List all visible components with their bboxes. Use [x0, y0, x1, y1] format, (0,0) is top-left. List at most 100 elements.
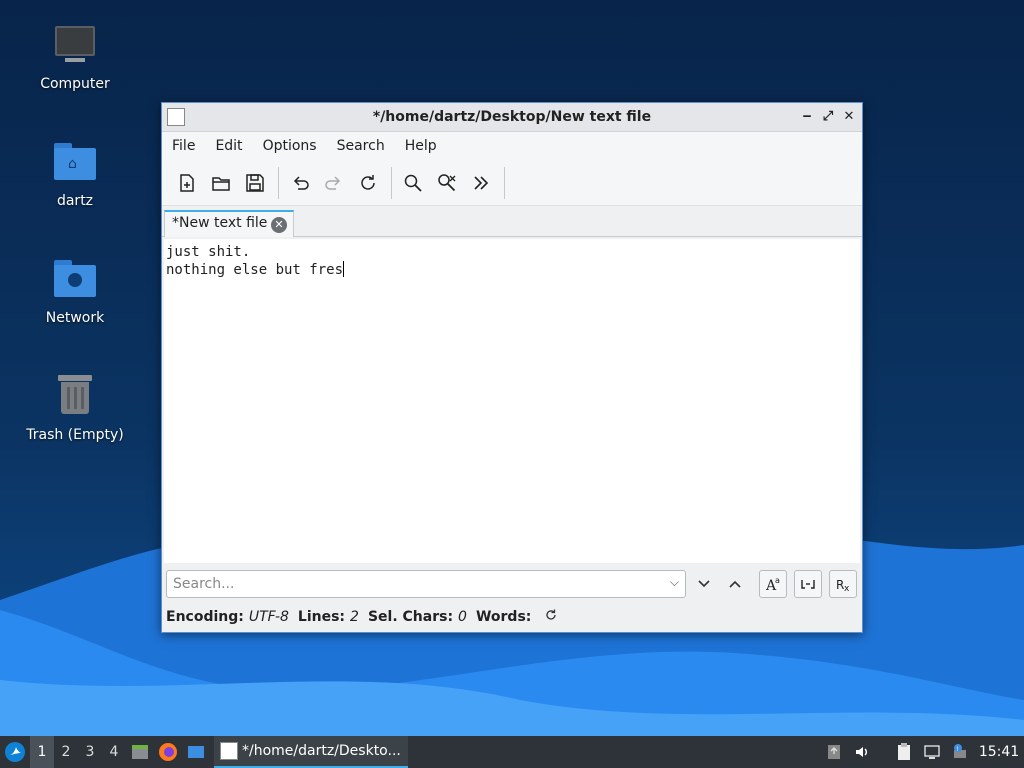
svg-text:a: a: [775, 576, 780, 585]
updates-tray-button[interactable]: [820, 736, 848, 768]
search-placeholder: Search...: [173, 576, 235, 592]
home-folder-icon: ⌂: [51, 139, 99, 187]
encoding-value: UTF-8: [248, 609, 289, 625]
text-caret: [343, 261, 345, 277]
search-bar: Search... ⌵ Aa Rx: [162, 565, 862, 601]
computer-icon: [51, 22, 99, 70]
find-next-button[interactable]: [690, 570, 718, 598]
new-document-button[interactable]: [172, 168, 202, 198]
window-titlebar[interactable]: */home/dartz/Desktop/New text file ‒ ⤢ ✕: [162, 103, 862, 132]
start-menu-button[interactable]: [0, 736, 30, 768]
redo-button[interactable]: [319, 168, 349, 198]
taskbar: 1 2 3 4 */home/dartz/Deskto... ! 15:41: [0, 736, 1024, 768]
find-button[interactable]: [398, 168, 428, 198]
desktop-icon-trash[interactable]: Trash (Empty): [20, 373, 130, 443]
tab-close-icon[interactable]: ✕: [271, 217, 287, 233]
notification-icon: !: [954, 744, 966, 758]
show-desktop-button[interactable]: [182, 736, 210, 768]
whole-word-button[interactable]: [794, 570, 822, 598]
tab-label: *New text file: [172, 215, 268, 231]
text-editor-area[interactable]: just shit. nothing else but fres: [164, 239, 860, 563]
find-replace-button[interactable]: [432, 168, 462, 198]
status-bar: Encoding: UTF-8 Lines: 2 Sel. Chars: 0 W…: [166, 606, 558, 628]
desktop-icon-label: Computer: [40, 76, 110, 92]
desktop-icon-network[interactable]: Network: [20, 256, 130, 326]
desktop-icon: [188, 746, 204, 758]
tray-spacer: [876, 736, 890, 768]
more-button[interactable]: [466, 168, 496, 198]
notification-tray-button[interactable]: !: [946, 736, 974, 768]
window-title: */home/dartz/Desktop/New text file: [372, 109, 652, 125]
toolbar-separator: [391, 166, 392, 199]
reload-button[interactable]: [353, 168, 383, 198]
tab-new-text-file[interactable]: *New text file ✕: [164, 210, 294, 237]
clipboard-icon: [898, 743, 910, 760]
system-tray: ! 15:41: [820, 736, 1024, 768]
editor-line-current: nothing else but fres: [166, 261, 858, 279]
search-input[interactable]: Search... ⌵: [166, 570, 686, 598]
undo-button[interactable]: [285, 168, 315, 198]
menu-options[interactable]: Options: [263, 138, 317, 154]
refresh-words-button[interactable]: [544, 608, 558, 626]
words-label: Words:: [475, 609, 532, 625]
sel-chars-value: 0: [458, 609, 467, 625]
desktop-icon-dartz[interactable]: ⌂ dartz: [20, 139, 130, 209]
redo-icon: [325, 175, 341, 190]
minimize-button[interactable]: ‒: [799, 109, 815, 125]
toolbar-separator: [504, 166, 505, 199]
more-icon: [474, 175, 489, 190]
clock[interactable]: 15:41: [974, 744, 1024, 760]
text-editor-window: */home/dartz/Desktop/New text file ‒ ⤢ ✕…: [161, 102, 863, 633]
tab-bar: *New text file ✕: [162, 206, 862, 237]
match-case-button[interactable]: Aa: [759, 570, 787, 598]
regex-button[interactable]: Rx: [829, 570, 857, 598]
maximize-button[interactable]: ⤢: [820, 109, 836, 125]
save-icon: [246, 173, 264, 192]
network-tray-button[interactable]: [918, 736, 946, 768]
whole-word-icon: [801, 580, 815, 589]
menu-help[interactable]: Help: [405, 138, 437, 154]
open-file-button[interactable]: [206, 168, 236, 198]
svg-text:!: !: [957, 746, 959, 753]
file-manager-icon: [132, 745, 148, 759]
network-folder-icon: [51, 256, 99, 304]
open-file-icon: [212, 176, 230, 191]
sel-chars-label: Sel. Chars:: [367, 609, 454, 625]
regex-icon: Rx: [836, 578, 850, 594]
updates-icon: [828, 745, 840, 759]
menu-search[interactable]: Search: [337, 138, 385, 154]
undo-icon: [293, 175, 309, 190]
chevron-down-icon: [698, 580, 710, 588]
firefox-launcher[interactable]: [154, 736, 182, 768]
clipboard-tray-button[interactable]: [890, 736, 918, 768]
close-button[interactable]: ✕: [841, 109, 857, 125]
lines-value: 2: [350, 609, 359, 625]
desktop-icon-computer[interactable]: Computer: [20, 22, 130, 92]
lubuntu-logo-icon: [5, 742, 25, 762]
app-icon: [220, 742, 238, 760]
find-replace-icon: [438, 173, 456, 191]
menu-edit[interactable]: Edit: [215, 138, 242, 154]
svg-text:x: x: [844, 584, 850, 594]
save-button[interactable]: [240, 168, 270, 198]
chevron-down-icon[interactable]: ⌵: [670, 575, 679, 590]
lines-label: Lines:: [297, 609, 346, 625]
menu-file[interactable]: File: [172, 138, 195, 154]
volume-tray-button[interactable]: [848, 736, 876, 768]
workspace-1[interactable]: 1: [30, 736, 54, 768]
file-manager-launcher[interactable]: [126, 736, 154, 768]
taskbar-task-editor[interactable]: */home/dartz/Deskto...: [214, 736, 408, 768]
workspace-3[interactable]: 3: [78, 736, 102, 768]
match-case-icon: Aa: [765, 576, 780, 594]
find-icon: [404, 174, 422, 192]
volume-icon: [856, 747, 867, 757]
workspace-2[interactable]: 2: [54, 736, 78, 768]
editor-line-text: nothing else but fres: [166, 262, 344, 278]
network-icon: [924, 745, 940, 759]
desktop-icon-label: Trash (Empty): [26, 427, 124, 443]
find-previous-button[interactable]: [721, 570, 749, 598]
workspace-4[interactable]: 4: [102, 736, 126, 768]
editor-line: just shit.: [166, 244, 251, 260]
menubar: File Edit Options Search Help: [162, 132, 862, 160]
chevron-up-icon: [729, 580, 741, 588]
